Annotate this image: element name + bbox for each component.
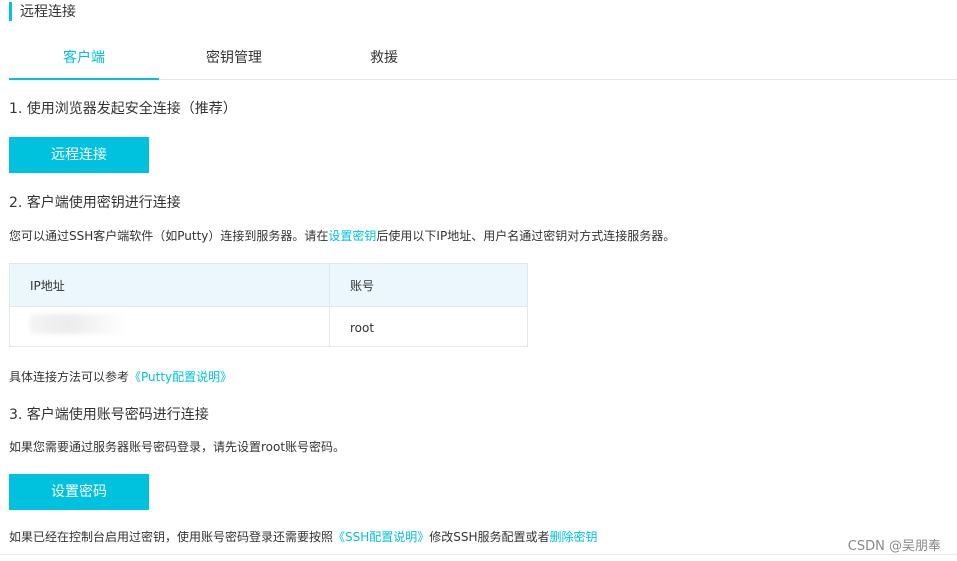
section3-heading: 3. 客户端使用账号密码进行连接: [9, 407, 209, 423]
putty-reference: 具体连接方法可以参考《Putty配置说明》: [9, 369, 232, 385]
column-header-ip: IP地址: [30, 279, 65, 293]
column-header-account: 账号: [350, 279, 375, 293]
section3-description: 如果您需要通过服务器账号密码登录，请先设置root账号密码。: [9, 440, 346, 454]
ssh-config-link[interactable]: 《SSH配置说明》: [333, 530, 429, 544]
title-accent-bar: [9, 2, 12, 21]
table-divider: [329, 264, 330, 346]
note-middle: 修改SSH服务配置或者: [429, 530, 550, 544]
note-prefix: 如果已经在控制台启用过密钥，使用账号密码登录还需要按照: [9, 530, 334, 544]
watermark: CSDN @吴朋奉: [847, 539, 941, 554]
account-value: root: [350, 321, 375, 335]
section2-desc-suffix: 后使用以下IP地址、用户名通过密钥对方式连接服务器。: [376, 229, 676, 243]
connection-table: IP地址 账号 root: [9, 263, 528, 347]
remote-connect-button[interactable]: 远程连接: [9, 137, 149, 173]
section1-heading: 1. 使用浏览器发起安全连接（推荐）: [9, 101, 237, 117]
putty-config-link[interactable]: 《Putty配置说明》: [129, 370, 232, 384]
section2-desc-prefix: 您可以通过SSH客户端软件（如Putty）连接到服务器。请在: [9, 229, 329, 243]
tab-bar: 客户端 密钥管理 救援: [9, 42, 957, 80]
tab-rescue[interactable]: 救援: [309, 42, 459, 78]
set-key-link[interactable]: 设置密钥: [328, 229, 376, 243]
page-title: 远程连接: [20, 4, 76, 20]
section2-description: 您可以通过SSH客户端软件（如Putty）连接到服务器。请在设置密钥后使用以下I…: [9, 228, 675, 244]
tab-client[interactable]: 客户端: [9, 42, 159, 80]
table-header: [10, 264, 527, 307]
set-password-button[interactable]: 设置密码: [9, 474, 149, 510]
ip-address-redacted: [30, 314, 128, 334]
bottom-divider: [0, 554, 957, 555]
section2-heading: 2. 客户端使用密钥进行连接: [9, 195, 181, 211]
section3-note: 如果已经在控制台启用过密钥，使用账号密码登录还需要按照《SSH配置说明》修改SS…: [9, 529, 598, 545]
delete-key-link[interactable]: 删除密钥: [550, 530, 598, 544]
tab-key-management[interactable]: 密钥管理: [159, 42, 309, 78]
putty-ref-prefix: 具体连接方法可以参考: [9, 370, 130, 384]
